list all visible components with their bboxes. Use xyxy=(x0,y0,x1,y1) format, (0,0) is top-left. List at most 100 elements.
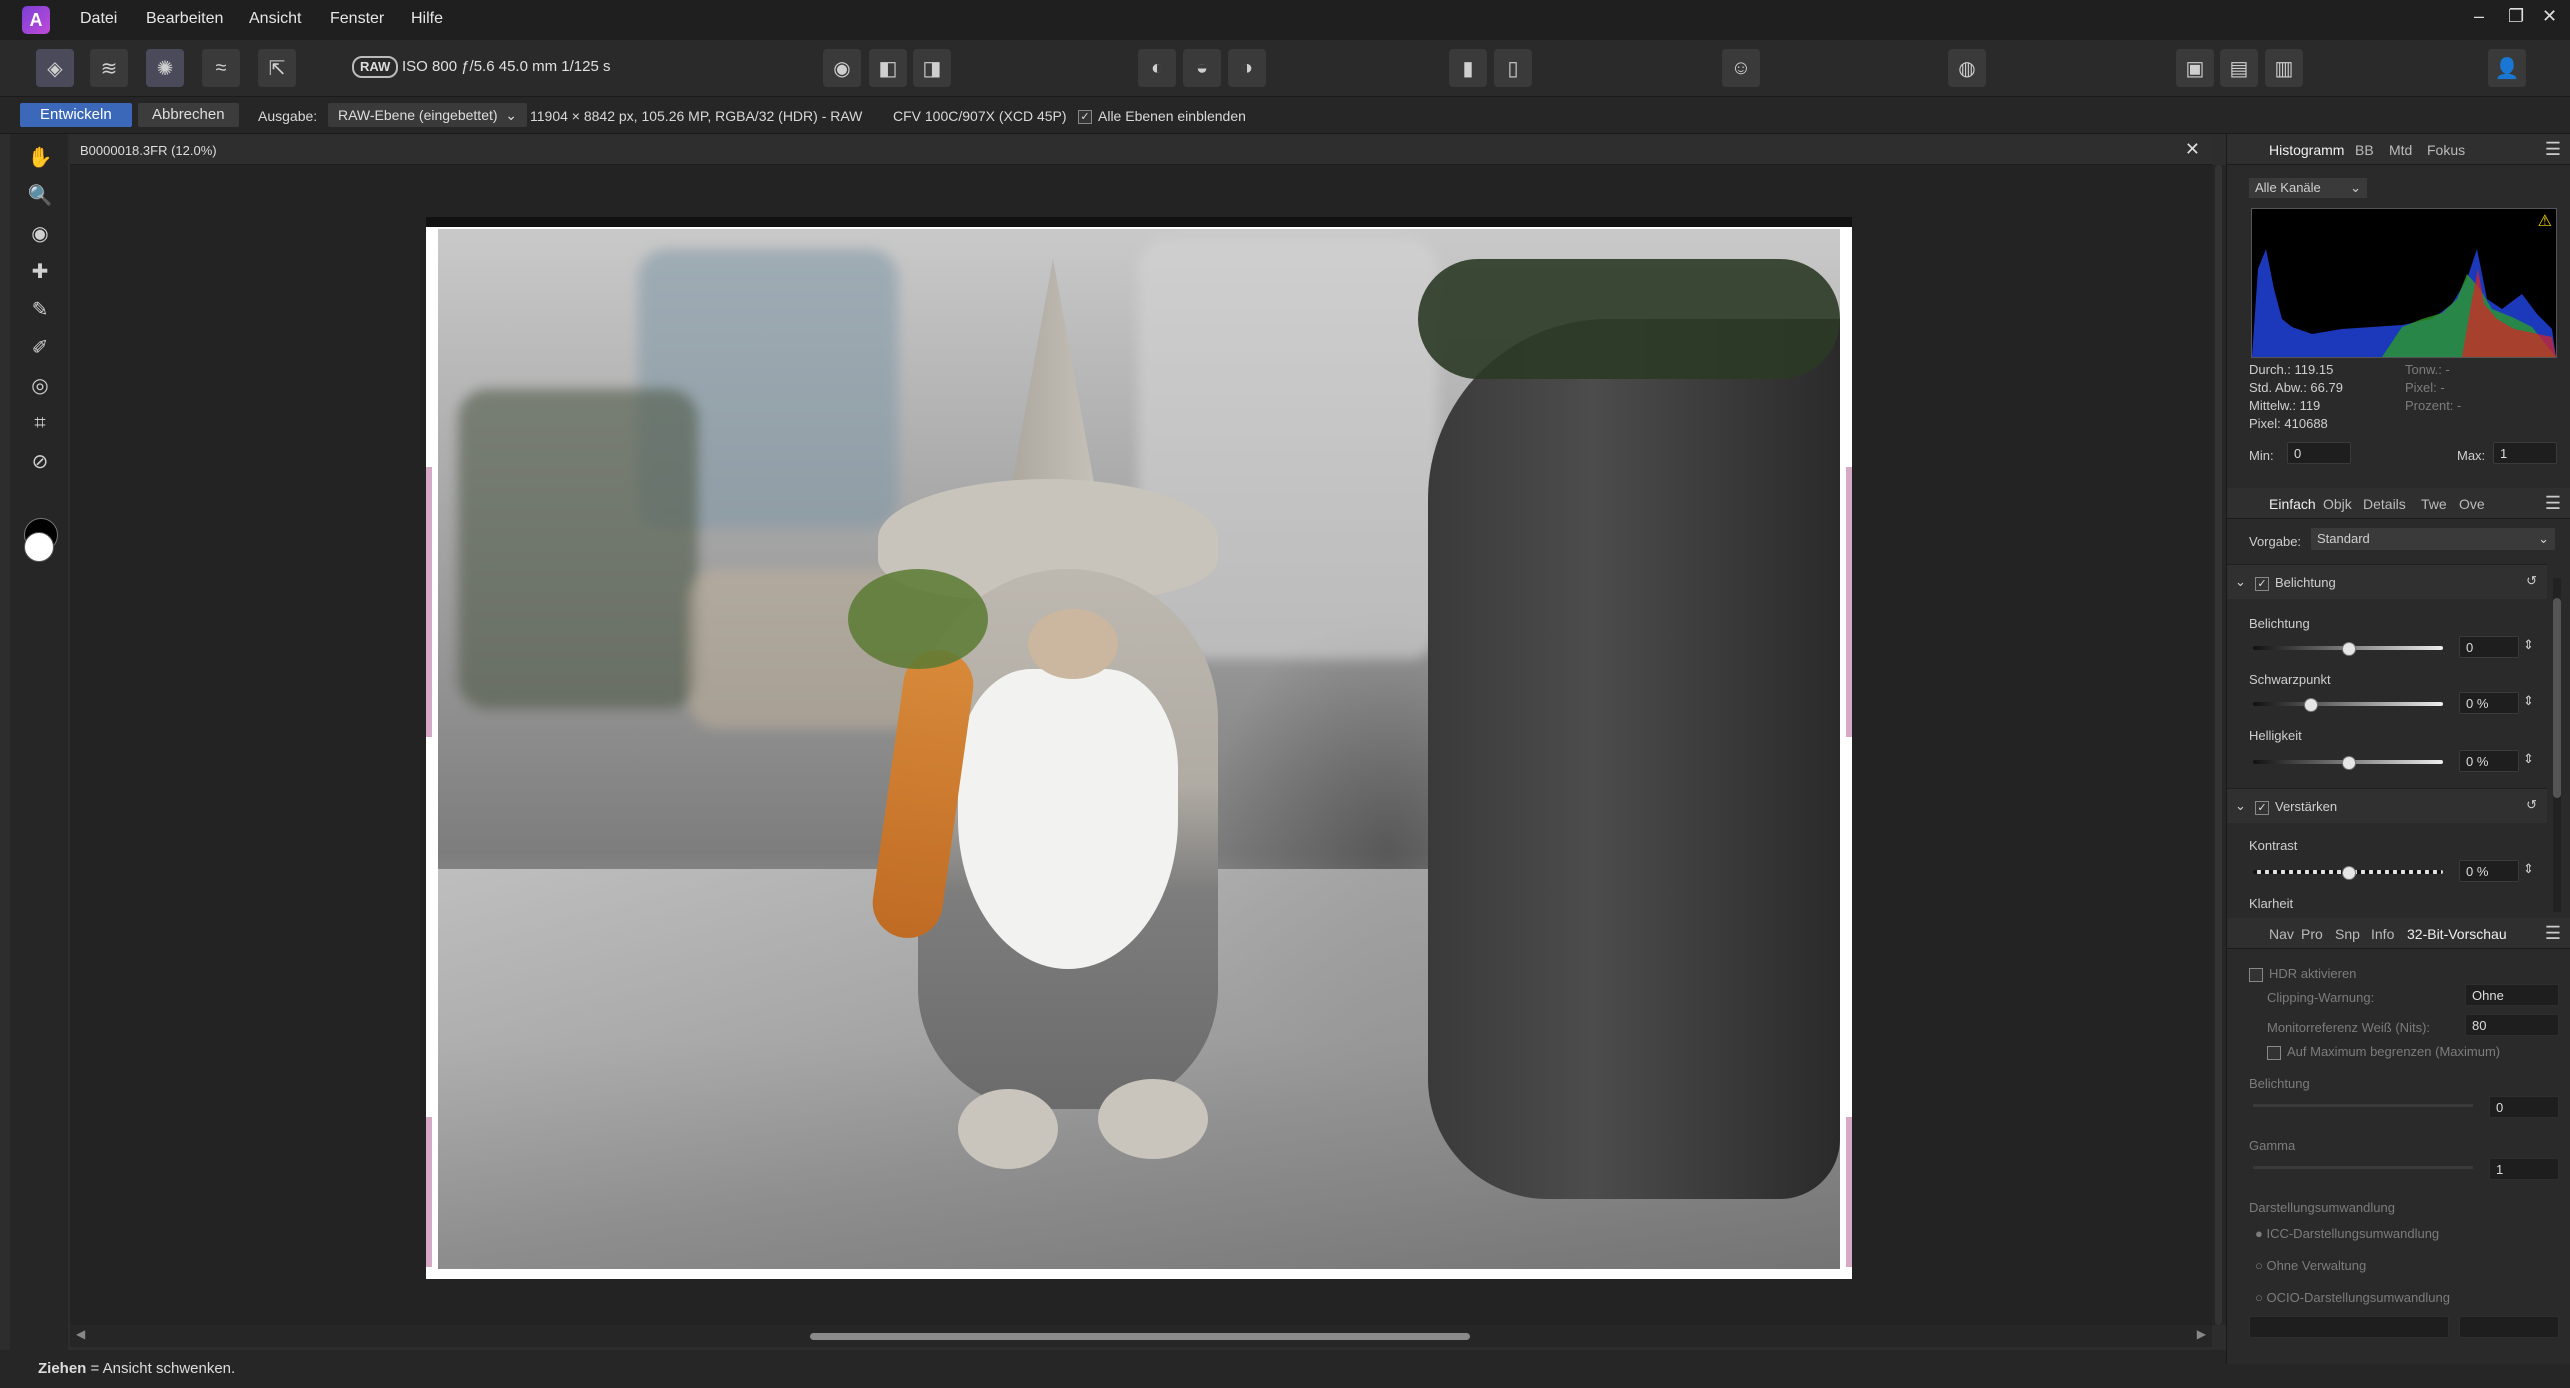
reset-icon[interactable]: ↺ xyxy=(2526,797,2537,813)
contrast-slider-knob[interactable] xyxy=(2342,866,2356,880)
preset-select[interactable]: Standard ⌄ xyxy=(2311,528,2555,550)
preview-exposure-slider[interactable] xyxy=(2253,1104,2473,1107)
split-view-icon[interactable]: ◧ xyxy=(869,49,907,87)
liquify-persona-icon[interactable]: ≋ xyxy=(90,49,128,87)
zoom-tool-icon[interactable]: 🔍 xyxy=(25,180,55,210)
exposure-section-header[interactable]: ⌄ ✓ Belichtung ↺ xyxy=(2227,564,2547,599)
red-eye-tool-icon[interactable]: ◉ xyxy=(25,218,55,248)
overlay-erase-icon[interactable]: ✐ xyxy=(25,332,55,362)
menu-datei[interactable]: Datei xyxy=(80,10,117,28)
menu-hilfe[interactable]: Hilfe xyxy=(411,10,443,28)
tab-snp[interactable]: Snp xyxy=(2335,926,2360,942)
radio-none[interactable]: ○ Ohne Verwaltung xyxy=(2255,1258,2366,1273)
tab-einfach[interactable]: Einfach xyxy=(2269,496,2316,512)
tab-nav[interactable]: Nav xyxy=(2269,926,2294,942)
tab-twe[interactable]: Twe xyxy=(2421,496,2447,512)
overlay-red-icon[interactable]: ▣ xyxy=(2176,49,2214,87)
brightness-spinner-icon[interactable]: ⇕ xyxy=(2523,751,2534,767)
overlay-yellow-icon[interactable]: ▥ xyxy=(2265,49,2303,87)
tab-histogram[interactable]: Histogramm xyxy=(2269,142,2344,158)
brightness-input[interactable]: 0 % xyxy=(2459,750,2519,772)
radio-ocio[interactable]: ○ OCIO-Darstellungsumwandlung xyxy=(2255,1290,2450,1305)
blackpoint-slider-knob[interactable] xyxy=(2304,698,2318,712)
exposure-slider-knob[interactable] xyxy=(2342,642,2356,656)
show-all-layers-checkbox[interactable]: ✓ Alle Ebenen einblenden xyxy=(1078,108,1246,125)
mirror-view-icon[interactable]: ◨ xyxy=(913,49,951,87)
clipping-highlights-icon[interactable]: ◑ xyxy=(1228,49,1266,87)
close-window-icon[interactable]: ✕ xyxy=(2542,6,2557,27)
scroll-left-icon[interactable]: ◀ xyxy=(76,1327,85,1341)
tab-ove[interactable]: Ove xyxy=(2459,496,2485,512)
white-balance-picker-icon[interactable]: ⊘ xyxy=(25,446,55,476)
develop-button[interactable]: Entwickeln xyxy=(20,103,132,127)
vertical-scrollbar[interactable] xyxy=(2212,165,2226,1325)
blackpoint-spinner-icon[interactable]: ⇕ xyxy=(2523,693,2534,709)
clipping-shadows-icon[interactable]: ◐ xyxy=(1138,49,1176,87)
develop-persona-icon[interactable]: ✺ xyxy=(146,49,184,87)
cancel-button[interactable]: Abbrechen xyxy=(138,103,239,127)
before-after-icon[interactable]: ▮ xyxy=(1449,49,1487,87)
exposure-enable-checkbox[interactable]: ✓ xyxy=(2255,575,2275,592)
develop-panel-scroll-thumb[interactable] xyxy=(2553,598,2561,798)
vertical-scroll-thumb[interactable] xyxy=(2215,165,2222,1325)
hdr-enable-checkbox[interactable]: HDR aktivieren xyxy=(2249,966,2356,982)
red-eye-icon[interactable]: ◍ xyxy=(1948,49,1986,87)
contrast-input[interactable]: 0 % xyxy=(2459,860,2519,882)
horizontal-scroll-thumb[interactable] xyxy=(810,1333,1470,1340)
panel-menu-icon[interactable]: ☰ xyxy=(2545,139,2561,160)
minimize-icon[interactable]: – xyxy=(2474,6,2484,27)
ocio-view-select[interactable] xyxy=(2459,1316,2559,1338)
gamma-slider[interactable] xyxy=(2253,1166,2473,1169)
exposure-input[interactable]: 0 xyxy=(2459,636,2519,658)
monitor-white-input[interactable]: 80 xyxy=(2465,1014,2559,1036)
tab-32bit-preview[interactable]: 32-Bit-Vorschau xyxy=(2407,926,2507,942)
preview-exposure-input[interactable]: 0 xyxy=(2489,1096,2559,1118)
exposure-spinner-icon[interactable]: ⇕ xyxy=(2523,637,2534,653)
tab-bb[interactable]: BB xyxy=(2355,142,2374,158)
chevron-down-icon[interactable]: ⌄ xyxy=(2235,574,2246,590)
menu-bearbeiten[interactable]: Bearbeiten xyxy=(146,10,223,28)
overlay-paint-icon[interactable]: ✎ xyxy=(25,294,55,324)
reset-icon[interactable]: ↺ xyxy=(2526,573,2537,589)
canvas-area[interactable] xyxy=(70,165,2212,1325)
tab-objk[interactable]: Objk xyxy=(2323,496,2352,512)
limit-max-checkbox[interactable]: Auf Maximum begrenzen (Maximum) xyxy=(2267,1044,2500,1060)
blackpoint-input[interactable]: 0 % xyxy=(2459,692,2519,714)
user-account-icon[interactable]: 👤 xyxy=(2488,49,2526,87)
restore-icon[interactable]: ❐ xyxy=(2508,6,2524,27)
tab-details[interactable]: Details xyxy=(2363,496,2406,512)
view-eye-icon[interactable]: ◉ xyxy=(823,49,861,87)
gamma-input[interactable]: 1 xyxy=(2489,1158,2559,1180)
photo-persona-icon[interactable]: ◈ xyxy=(36,49,74,87)
blemish-tool-icon[interactable]: ✚ xyxy=(25,256,55,286)
clipping-select[interactable]: Ohne xyxy=(2465,984,2559,1006)
crop-tool-icon[interactable]: ⌗ xyxy=(25,408,55,438)
tab-mtd[interactable]: Mtd xyxy=(2389,142,2412,158)
secondary-color-swatch[interactable] xyxy=(24,532,54,562)
horizontal-scrollbar[interactable]: ◀ ▶ xyxy=(70,1325,2212,1347)
channel-select[interactable]: Alle Kanäle ⌄ xyxy=(2249,178,2367,198)
tab-pro[interactable]: Pro xyxy=(2301,926,2323,942)
scroll-right-icon[interactable]: ▶ xyxy=(2197,1327,2206,1341)
compare-icon[interactable]: ▯ xyxy=(1494,49,1532,87)
tab-info[interactable]: Info xyxy=(2371,926,2394,942)
panel-menu-icon[interactable]: ☰ xyxy=(2545,493,2561,514)
min-input[interactable]: 0 xyxy=(2287,442,2351,464)
overlay-gradient-icon[interactable]: ◎ xyxy=(25,370,55,400)
chevron-down-icon[interactable]: ⌄ xyxy=(2235,798,2246,814)
clipping-midtones-icon[interactable]: ◒ xyxy=(1183,49,1221,87)
tab-fokus[interactable]: Fokus xyxy=(2427,142,2465,158)
assistant-icon[interactable]: ☺ xyxy=(1722,49,1760,87)
max-input[interactable]: 1 xyxy=(2493,442,2557,464)
tone-mapping-persona-icon[interactable]: ≈ xyxy=(202,49,240,87)
close-document-icon[interactable]: ✕ xyxy=(2185,139,2200,160)
hand-tool-icon[interactable]: ✋ xyxy=(25,142,55,172)
overlay-blue-icon[interactable]: ▤ xyxy=(2220,49,2258,87)
blackpoint-slider[interactable] xyxy=(2253,702,2443,706)
enhance-section-header[interactable]: ⌄ ✓ Verstärken ↺ xyxy=(2227,788,2547,823)
radio-icc[interactable]: ● ICC-Darstellungsumwandlung xyxy=(2255,1226,2439,1241)
menu-ansicht[interactable]: Ansicht xyxy=(249,10,301,28)
brightness-slider-knob[interactable] xyxy=(2342,756,2356,770)
enhance-enable-checkbox[interactable]: ✓ xyxy=(2255,799,2275,816)
panel-menu-icon[interactable]: ☰ xyxy=(2545,923,2561,944)
